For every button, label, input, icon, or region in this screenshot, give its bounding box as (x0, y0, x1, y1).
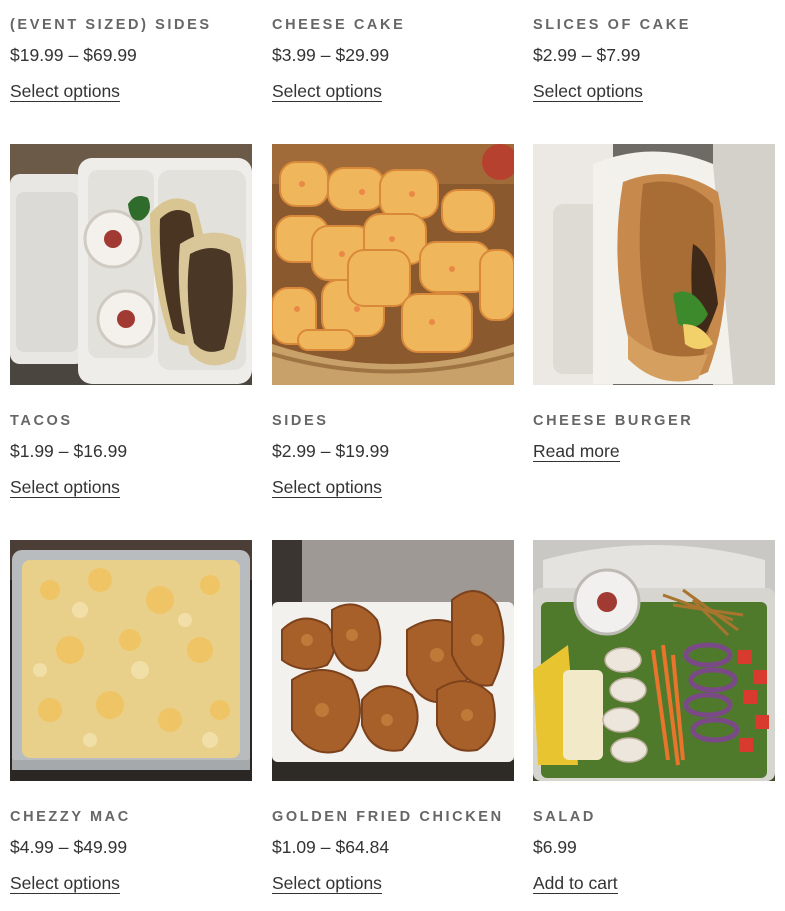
add-to-cart-button[interactable]: Add to cart (533, 873, 618, 894)
product-price: $6.99 (533, 837, 577, 858)
product-price: $4.99– $49.99 (10, 837, 127, 858)
mac-and-cheese-photo[interactable] (10, 540, 252, 781)
product-title[interactable]: GOLDEN FRIED CHICKEN (272, 809, 504, 825)
price-high: $16.99 (73, 441, 128, 461)
price-separator: – (320, 837, 331, 857)
price-high: $7.99 (596, 45, 641, 65)
price-separator: – (58, 441, 69, 461)
product-title[interactable]: SLICES OF CAKE (533, 17, 691, 33)
product-title[interactable]: CHEESE BURGER (533, 413, 693, 429)
price-high: $69.99 (83, 45, 137, 65)
tacos-photo[interactable] (10, 144, 252, 385)
price-low: $1.09 (272, 837, 316, 857)
product-title[interactable]: (EVENT SIZED) SIDES (10, 17, 212, 33)
price-separator: – (320, 441, 331, 461)
product-price: $1.09– $64.84 (272, 837, 389, 858)
product-title[interactable]: TACOS (10, 413, 73, 429)
price-separator: – (320, 45, 331, 65)
price-high: $29.99 (335, 45, 390, 65)
price-low: $19.99 (10, 45, 64, 65)
fried-chicken-photo[interactable] (272, 540, 514, 781)
select-options-button[interactable]: Select options (10, 873, 120, 894)
product-price: $1.99– $16.99 (10, 441, 127, 462)
read-more-button[interactable]: Read more (533, 441, 620, 462)
select-options-button[interactable]: Select options (272, 477, 382, 498)
price-low: $3.99 (272, 45, 316, 65)
select-options-button[interactable]: Select options (272, 873, 382, 894)
salad-photo[interactable] (533, 540, 775, 781)
price-low: $1.99 (10, 441, 54, 461)
price-low: $4.99 (10, 837, 54, 857)
price-low: $2.99 (272, 441, 316, 461)
price-low: $6.99 (533, 837, 577, 857)
price-high: $19.99 (335, 441, 390, 461)
product-title[interactable]: CHEZZY MAC (10, 809, 131, 825)
cheese-burger-photo[interactable] (533, 144, 775, 385)
price-low: $2.99 (533, 45, 577, 65)
product-title[interactable]: SIDES (272, 413, 329, 429)
product-price: $19.99– $69.99 (10, 45, 137, 66)
select-options-button[interactable]: Select options (10, 477, 120, 498)
product-title[interactable]: SALAD (533, 809, 596, 825)
select-options-button[interactable]: Select options (272, 81, 382, 102)
product-price: $3.99– $29.99 (272, 45, 389, 66)
price-separator: – (58, 837, 69, 857)
product-title[interactable]: CHEESE CAKE (272, 17, 405, 33)
price-high: $64.84 (335, 837, 390, 857)
price-high: $49.99 (73, 837, 128, 857)
price-separator: – (68, 45, 79, 65)
select-options-button[interactable]: Select options (10, 81, 120, 102)
select-options-button[interactable]: Select options (533, 81, 643, 102)
tater-tots-photo[interactable] (272, 144, 514, 385)
product-price: $2.99– $7.99 (533, 45, 640, 66)
price-separator: – (581, 45, 592, 65)
product-price: $2.99– $19.99 (272, 441, 389, 462)
